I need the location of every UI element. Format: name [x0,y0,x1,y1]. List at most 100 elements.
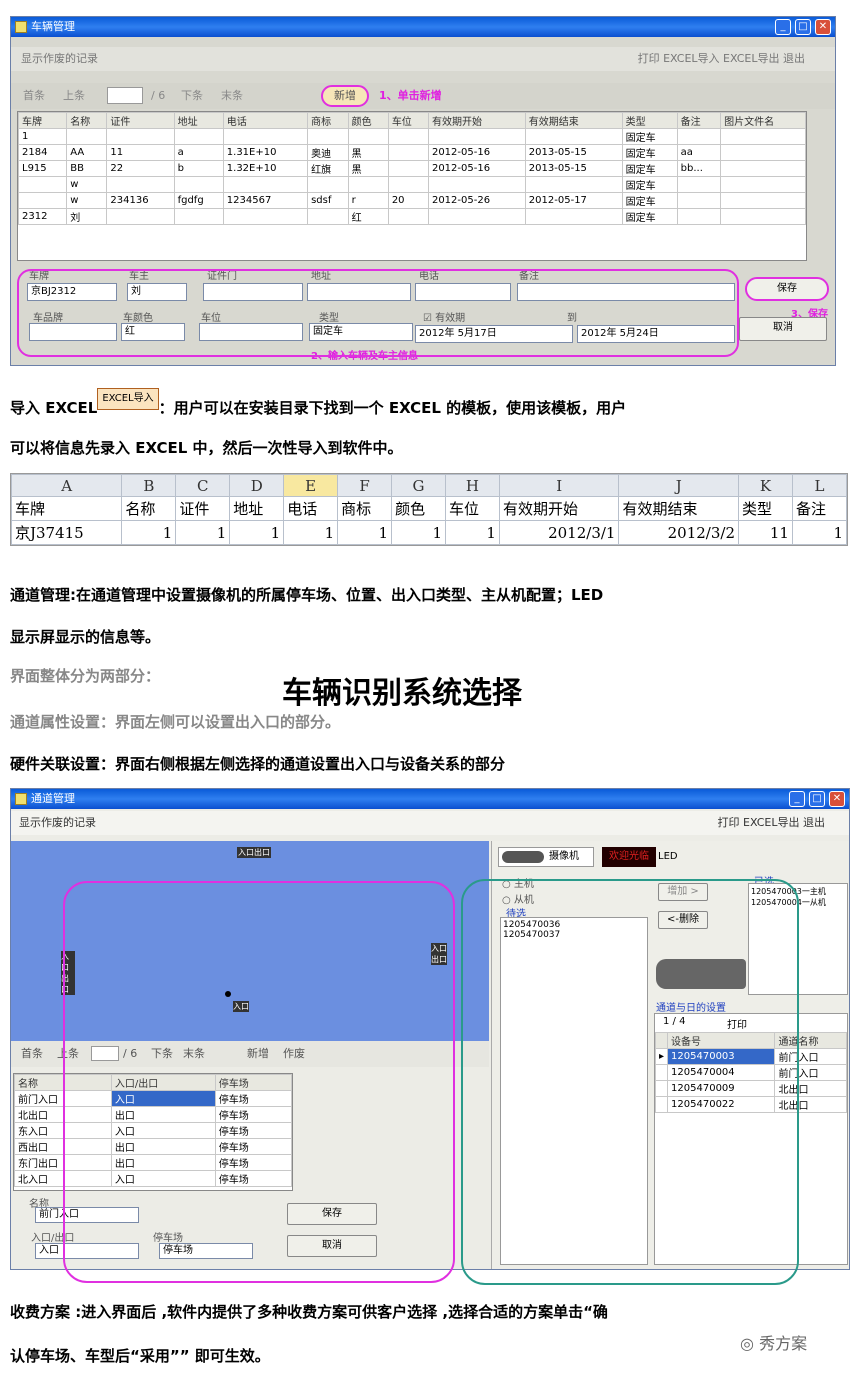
table-cell[interactable]: fgdfg [173,192,224,209]
table-cell[interactable]: 1.31E+10 [222,144,309,161]
nav-next[interactable]: 下条 [181,83,203,109]
table-cell[interactable] [347,128,389,145]
col-header[interactable]: 车位 [387,112,429,129]
table-row[interactable]: 2184 AA 11 a 1.31E+10 奥迪黑 2012-05-16 2013-05-15… [18,144,806,161]
table-cell[interactable]: w [66,192,108,209]
table-cell[interactable] [222,208,309,225]
col-header[interactable]: 证件 [106,112,175,129]
table-cell[interactable] [720,128,806,145]
table-cell[interactable]: 固定车 [621,160,678,177]
table-cell[interactable]: L915 [18,160,68,177]
menu-actions[interactable]: 打印 EXCEL导入 EXCEL导出 退出 [638,47,805,71]
col-header[interactable]: 类型 [621,112,678,129]
table-cell[interactable] [524,176,623,193]
table-cell[interactable] [676,208,722,225]
table-cell[interactable] [387,160,429,177]
table-cell[interactable]: 红 [347,208,389,225]
table-row[interactable]: w 234136 fgdfg 1234567 sdsf r 20 2012-05-26 2012… [18,192,806,209]
table-cell[interactable] [106,176,175,193]
table-cell[interactable] [387,208,429,225]
table-cell[interactable] [720,192,806,209]
table-cell[interactable]: AA [66,144,108,161]
table-row[interactable]: 1 固定车 [18,128,806,145]
maximize-icon[interactable]: □ [809,791,825,807]
table-cell[interactable] [676,192,722,209]
table-cell[interactable] [347,176,389,193]
minimize-icon[interactable]: _ [775,19,791,35]
col-header[interactable]: 商标 [307,112,349,129]
table-cell[interactable]: 刘 [66,208,108,225]
table-cell[interactable]: 234136 [106,192,175,209]
table-cell[interactable] [66,128,108,145]
new-button[interactable]: 新增 [321,85,369,107]
table-cell[interactable] [676,176,722,193]
table-cell[interactable]: 2012-05-17 [524,192,623,209]
minimize-icon[interactable]: _ [789,791,805,807]
table-row[interactable]: w 固定车 [18,176,806,193]
table-cell[interactable] [307,208,349,225]
table-cell[interactable] [387,176,429,193]
col-header[interactable]: 图片文件名 [720,112,806,129]
table-cell[interactable]: 1 [18,128,68,145]
tab-led[interactable]: LED [658,851,678,862]
menu-actions[interactable]: 打印 EXCEL导出 退出 [718,811,825,835]
table-cell[interactable] [387,144,429,161]
table-cell[interactable]: sdsf [307,192,349,209]
table-cell[interactable] [307,176,349,193]
table-cell[interactable]: w [66,176,108,193]
table-cell[interactable]: 2012-05-26 [427,192,526,209]
col-header[interactable]: 地址 [173,112,224,129]
col-header[interactable]: 名称 [66,112,108,129]
table-cell[interactable] [720,144,806,161]
table-cell[interactable] [173,128,224,145]
table-cell[interactable]: r [347,192,389,209]
table-cell[interactable]: 红旗 [307,160,349,177]
col-header[interactable]: 有效期开始 [427,112,526,129]
table-cell[interactable] [173,208,224,225]
table-cell[interactable]: 1.32E+10 [222,160,309,177]
col-header[interactable]: 电话 [222,112,309,129]
table-cell[interactable]: 20 [387,192,429,209]
table-cell[interactable] [427,208,526,225]
save-button[interactable]: 保存 [745,277,829,301]
table-cell[interactable]: 黑 [347,160,389,177]
table-row[interactable]: L915 BB 22 b 1.32E+10 红旗黑 2012-05-16 2013-05-15… [18,160,806,177]
close-icon[interactable]: ✕ [829,791,845,807]
table-row[interactable]: 2312 刘 红 固定车 [18,208,806,225]
table-cell[interactable] [106,128,175,145]
col-header[interactable]: 车牌 [18,112,68,129]
table-cell[interactable] [307,128,349,145]
table-cell[interactable]: 固定车 [621,128,678,145]
cancel-button[interactable]: 取消 [739,317,827,341]
nav-first[interactable]: 首条 [23,83,45,109]
table-cell[interactable] [173,176,224,193]
table-cell[interactable] [720,176,806,193]
table-cell[interactable]: bb... [676,160,722,177]
table-cell[interactable]: 2013-05-15 [524,144,623,161]
show-void-checkbox[interactable]: 显示作废的记录 [21,47,98,71]
table-cell[interactable] [387,128,429,145]
table-cell[interactable]: 22 [106,160,175,177]
table-cell[interactable] [18,192,68,209]
table-cell[interactable] [720,160,806,177]
show-void-checkbox[interactable]: 显示作废的记录 [19,811,96,835]
nav-first[interactable]: 首条 [21,1041,43,1067]
table-cell[interactable] [676,128,722,145]
table-cell[interactable] [524,208,623,225]
table-cell[interactable]: 固定车 [621,192,678,209]
table-cell[interactable]: 2312 [18,208,68,225]
map-gate[interactable]: 入口出口 [237,847,271,858]
table-cell[interactable]: 黑 [347,144,389,161]
table-cell[interactable]: 2012-05-16 [427,144,526,161]
nav-last[interactable]: 末条 [221,83,243,109]
page-input[interactable] [107,87,143,104]
table-cell[interactable]: a [173,144,224,161]
col-header[interactable]: 备注 [676,112,722,129]
table-cell[interactable]: aa [676,144,722,161]
table-cell[interactable] [427,128,526,145]
table-cell[interactable] [524,128,623,145]
table-cell[interactable]: 11 [106,144,175,161]
table-cell[interactable]: 固定车 [621,208,678,225]
table-cell[interactable]: 固定车 [621,176,678,193]
col-header[interactable]: 有效期结束 [524,112,623,129]
